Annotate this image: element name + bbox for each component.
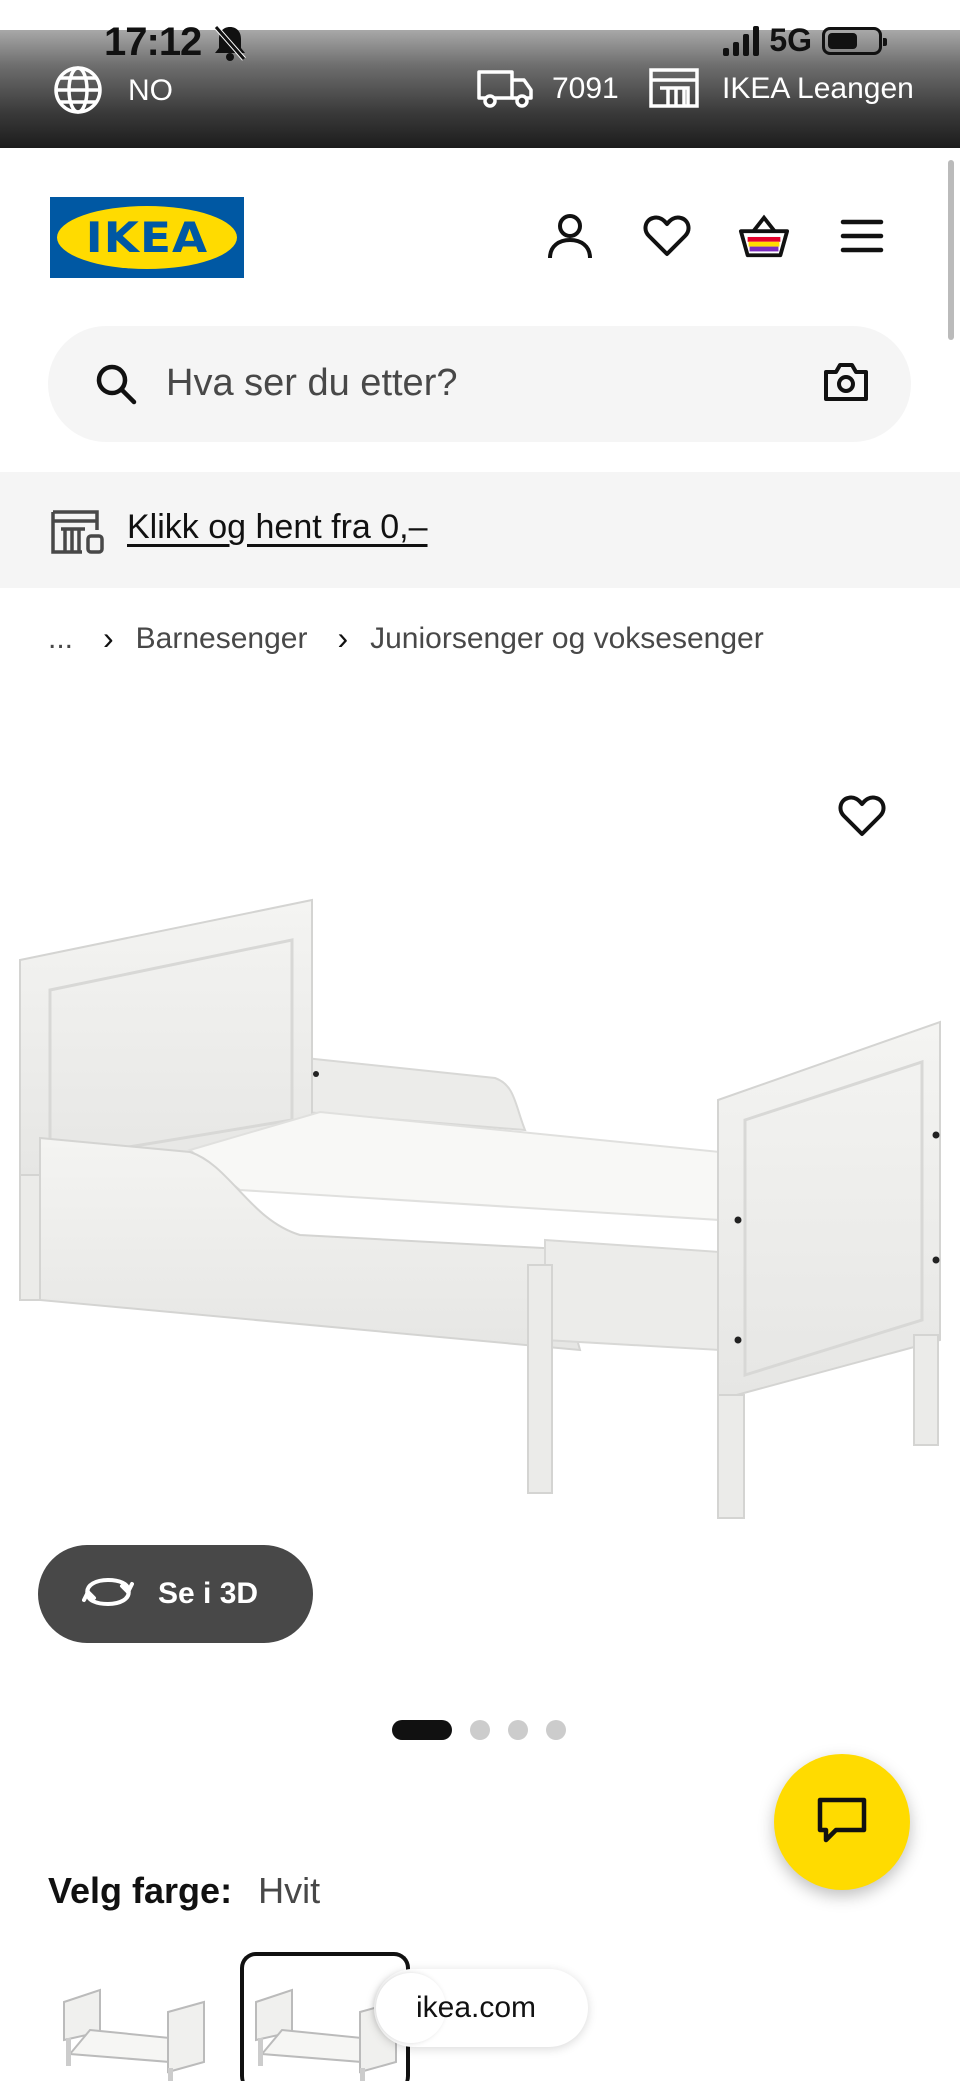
scrollbar[interactable]	[948, 160, 954, 340]
carousel-indicator[interactable]	[392, 1720, 566, 1740]
chevron-right-icon: ›	[103, 620, 114, 656]
bell-muted-icon	[212, 24, 248, 67]
camera-search-icon[interactable]	[823, 362, 869, 407]
network-type: 5G	[769, 22, 812, 58]
product-favourite-heart-icon[interactable]	[838, 794, 886, 843]
color-selector: Velg farge: Hvit	[48, 1870, 320, 1912]
breadcrumb-item[interactable]: Barnesenger	[136, 622, 308, 656]
browser-url[interactable]: ikea.com	[416, 1991, 536, 2025]
carousel-dot[interactable]	[508, 1720, 528, 1740]
carousel-dot[interactable]	[546, 1720, 566, 1740]
shopping-bag-icon[interactable]	[738, 210, 790, 262]
search-bar[interactable]: Hva ser du etter?	[48, 326, 911, 442]
status-indicators: 5G	[723, 22, 887, 59]
country-code[interactable]: NO	[128, 74, 173, 108]
battery-icon	[822, 26, 887, 55]
color-selector-label: Velg farge:	[48, 1870, 233, 1911]
browser-url-pill[interactable]: ikea.com	[374, 1969, 588, 2047]
status-time: 17:12	[104, 20, 202, 64]
color-selector-value: Hvit	[258, 1870, 321, 1911]
globe-icon[interactable]	[52, 64, 104, 121]
store-icon[interactable]	[648, 66, 700, 115]
rotate-3d-icon	[82, 1574, 134, 1615]
chat-bubble-icon	[816, 1796, 868, 1849]
delivery-postcode[interactable]: 7091	[552, 72, 619, 106]
chevron-right-icon: ›	[337, 620, 349, 656]
view-in-3d-button[interactable]: Se i 3D	[38, 1545, 313, 1643]
chat-button[interactable]	[774, 1754, 910, 1890]
signal-icon	[723, 25, 760, 56]
search-icon	[94, 362, 138, 411]
favourites-heart-icon[interactable]	[641, 210, 693, 262]
carousel-dot-active[interactable]	[392, 1720, 452, 1740]
account-icon[interactable]	[544, 210, 596, 262]
click-collect-banner[interactable]: Klikk og hent fra 0,–	[0, 472, 960, 588]
click-collect-link[interactable]: Klikk og hent fra 0,–	[127, 508, 428, 547]
menu-hamburger-icon[interactable]	[836, 210, 888, 262]
delivery-truck-icon[interactable]	[476, 66, 534, 115]
breadcrumb: ... › Barnesenger › Juniorsenger og voks…	[48, 620, 764, 657]
breadcrumb-ellipsis[interactable]: ...	[48, 622, 73, 656]
store-pickup-icon	[50, 508, 106, 561]
product-image[interactable]	[0, 880, 960, 1540]
store-name[interactable]: IKEA Leangen	[722, 72, 914, 106]
breadcrumb-item[interactable]: Juniorsenger og voksesenger	[370, 622, 764, 656]
view-in-3d-label: Se i 3D	[158, 1577, 259, 1610]
logo-text: IKEA	[85, 213, 209, 262]
search-input[interactable]: Hva ser du etter?	[166, 362, 457, 405]
ikea-logo[interactable]: IKEA	[50, 197, 244, 278]
carousel-dot[interactable]	[470, 1720, 490, 1740]
color-option-thumbnail[interactable]	[50, 1952, 220, 2081]
